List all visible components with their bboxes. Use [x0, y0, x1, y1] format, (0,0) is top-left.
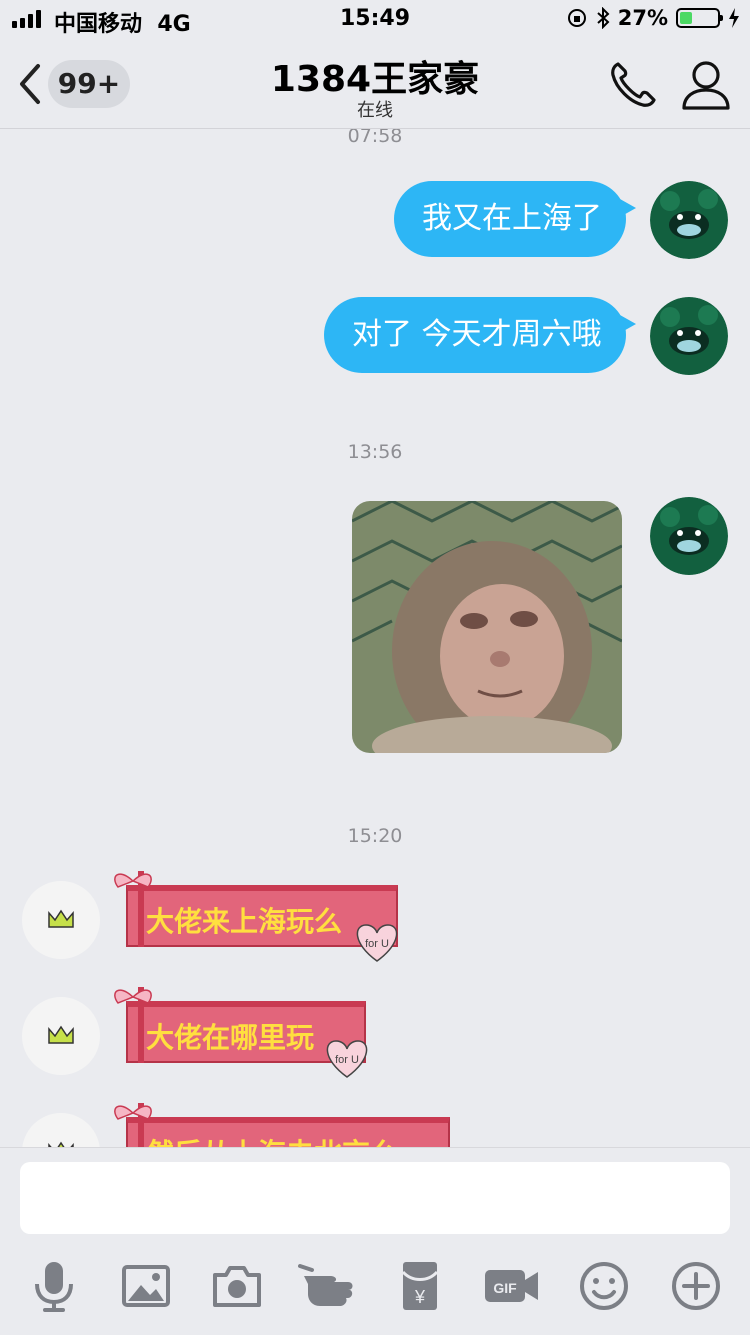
toolbar: ¥ GIF [0, 1256, 750, 1316]
bow-icon [114, 1105, 152, 1120]
person-icon[interactable] [680, 58, 732, 112]
smiley-icon[interactable] [574, 1256, 634, 1316]
my-avatar[interactable] [650, 181, 728, 259]
received-message[interactable]: 然后从上海去北京么 [108, 1103, 458, 1147]
sent-message[interactable]: 我又在上海了 [394, 181, 636, 257]
message-list[interactable]: 07:58 我又在上海了 对了 今天才周六哦 13:56 15:20 大佬来上海… [0, 129, 750, 1147]
crown-icon [48, 1141, 74, 1147]
message-input[interactable] [20, 1162, 730, 1234]
received-message[interactable]: 大佬在哪里玩 for U [108, 987, 376, 1078]
svg-text:¥: ¥ [414, 1287, 426, 1307]
bow-icon [114, 873, 152, 888]
received-message[interactable]: 大佬来上海玩么 for U [108, 871, 408, 962]
gif-icon[interactable]: GIF [482, 1256, 542, 1316]
image-message[interactable] [352, 501, 622, 753]
composer-bar: ¥ GIF [0, 1147, 750, 1335]
camera-icon[interactable] [207, 1256, 267, 1316]
phone-icon[interactable] [606, 58, 660, 112]
bow-icon [114, 989, 152, 1004]
crown-icon [48, 909, 74, 928]
heart-sticker: for U [356, 924, 398, 962]
battery-percent: 27% [617, 6, 668, 30]
my-avatar[interactable] [650, 297, 728, 375]
status-bar: 中国移动 4G 15:49 27% [0, 0, 750, 40]
timestamp: 13:56 [347, 441, 403, 463]
bluetooth-icon [597, 7, 610, 29]
crown-icon [48, 1025, 74, 1044]
contact-avatar[interactable] [22, 997, 100, 1075]
chat-header: 99+ 1384王家豪 在线 [0, 40, 750, 129]
pointing-hand-icon[interactable] [298, 1256, 358, 1316]
sent-message[interactable]: 对了 今天才周六哦 [324, 297, 636, 373]
charging-icon [729, 8, 739, 28]
image-icon[interactable] [116, 1256, 176, 1316]
heart-sticker: for U [326, 1040, 368, 1078]
plus-circle-icon[interactable] [666, 1256, 726, 1316]
contact-avatar[interactable] [22, 1113, 100, 1147]
sticker-label: for U [335, 1054, 359, 1066]
battery-icon [676, 8, 723, 28]
received-message-text: 然后从上海去北京么 [126, 1117, 450, 1147]
my-avatar[interactable] [650, 497, 728, 575]
rotation-lock-icon [567, 9, 586, 27]
timestamp: 07:58 [347, 129, 403, 147]
contact-avatar[interactable] [22, 881, 100, 959]
sticker-label: for U [365, 938, 389, 950]
svg-text:GIF: GIF [493, 1280, 517, 1296]
microphone-icon[interactable] [24, 1256, 84, 1316]
timestamp: 15:20 [347, 825, 403, 847]
red-packet-icon[interactable]: ¥ [390, 1256, 450, 1316]
